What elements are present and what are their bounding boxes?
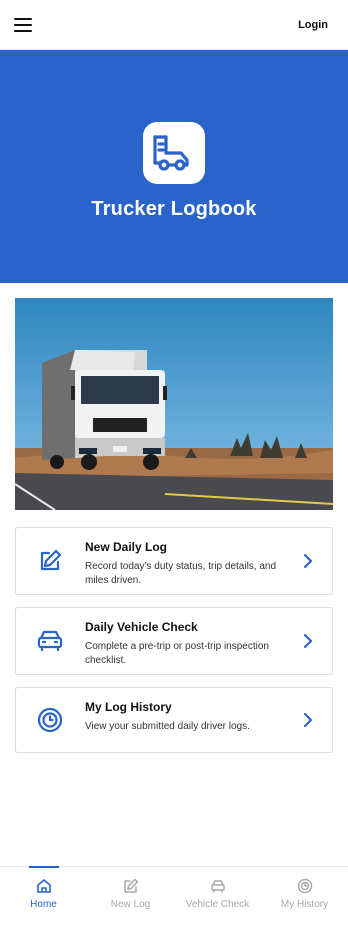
nav-label: Home bbox=[30, 899, 57, 910]
nav-label: New Log bbox=[110, 899, 151, 910]
nav-vehicle-check[interactable]: Vehicle Check bbox=[174, 867, 261, 935]
chevron-right-icon bbox=[303, 553, 313, 569]
nav-label: My History bbox=[280, 899, 329, 910]
edit-icon bbox=[123, 878, 138, 893]
edit-icon bbox=[36, 547, 64, 575]
history-icon bbox=[297, 878, 312, 894]
bottom-navigation: Home New Log Vehicle Check My History bbox=[0, 866, 348, 935]
nav-my-history[interactable]: My History bbox=[261, 867, 348, 935]
car-icon bbox=[210, 880, 225, 893]
history-icon bbox=[36, 706, 64, 734]
app-title: Trucker Logbook bbox=[91, 198, 257, 220]
nav-home[interactable]: Home bbox=[0, 866, 87, 935]
chevron-right-icon bbox=[303, 712, 313, 728]
card-description: View your submitted daily driver logs. bbox=[85, 721, 250, 732]
chevron-right-icon bbox=[303, 633, 313, 649]
truck-photo bbox=[15, 298, 333, 510]
nav-new-log[interactable]: New Log bbox=[87, 867, 174, 935]
hero-banner: Trucker Logbook bbox=[0, 50, 348, 283]
app-logo-icon bbox=[143, 122, 205, 184]
login-link[interactable]: Login bbox=[298, 19, 328, 31]
card-title: Daily Vehicle Check bbox=[85, 620, 198, 634]
menu-icon[interactable] bbox=[14, 17, 32, 32]
card-description: Complete a pre-trip or post-trip inspect… bbox=[85, 641, 269, 666]
card-title: My Log History bbox=[85, 700, 172, 714]
top-bar: Login bbox=[0, 0, 348, 50]
card-description: Record today’s duty status, trip details… bbox=[85, 561, 277, 586]
card-title: New Daily Log bbox=[85, 540, 168, 554]
new-daily-log-card[interactable]: New Daily Log Record today’s duty status… bbox=[15, 527, 333, 595]
nav-label: Vehicle Check bbox=[185, 899, 250, 910]
my-log-history-card[interactable]: My Log History View your submitted daily… bbox=[15, 687, 333, 753]
car-icon bbox=[36, 627, 64, 655]
daily-vehicle-check-card[interactable]: Daily Vehicle Check Complete a pre-trip … bbox=[15, 607, 333, 675]
home-icon bbox=[36, 879, 51, 893]
